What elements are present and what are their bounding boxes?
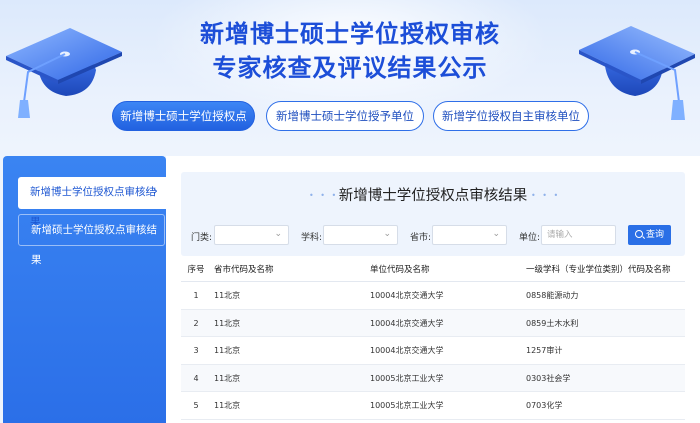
cell-no: 4 — [193, 373, 199, 383]
cell-unit: 10004北京交通大学 — [370, 318, 444, 328]
unit-label: 单位: — [519, 233, 541, 243]
search-icon — [634, 230, 643, 238]
cell-no: 1 — [193, 291, 199, 300]
table-row: 5 11北京 10005北京工业大学 0703化学 — [181, 392, 685, 420]
cell-subject: 0858能源动力 — [526, 291, 579, 300]
panel-title: 新增博士学位授权点审核结果 — [338, 188, 528, 204]
page-title: 新增博士硕士学位授权审核 — [200, 20, 500, 48]
results-table: 序号 省市代码及名称 单位代码及名称 一级学科（专业学位类别）代码及名称 1 1… — [181, 259, 685, 420]
chevron-down-icon: ⌄ — [383, 229, 391, 239]
table-header: 序号 省市代码及名称 单位代码及名称 一级学科（专业学位类别）代码及名称 — [181, 259, 685, 282]
cell-no: 5 — [193, 401, 199, 410]
cell-subject: 0859土木水利 — [526, 318, 579, 328]
table-row: 2 11北京 10004北京交通大学 0859土木水利 — [181, 309, 685, 337]
filter-panel: • • • 新增博士学位授权点审核结果 • • • 门类: ⌄ 学科: ⌄ 省市… — [181, 172, 685, 256]
header-subject: 一级学科（专业学位类别）代码及名称 — [526, 265, 671, 275]
main-panel: • • • 新增博士学位授权点审核结果 • • • 门类: ⌄ 学科: ⌄ 省市… — [166, 156, 700, 423]
table-row: 3 11北京 10004北京交通大学 1257审计 — [181, 337, 685, 365]
sidebar-item-label: 新增硕士学位授权点审核结果 — [31, 224, 157, 266]
search-button-label: 查询 — [645, 230, 664, 240]
chevron-right-icon: › — [152, 184, 158, 199]
province-select[interactable]: ⌄ — [432, 225, 507, 245]
sidebar-item-doctor-results[interactable]: 新增博士学位授权点审核结果 › — [18, 177, 166, 228]
page-subtitle: 专家核查及评议结果公示 — [212, 54, 488, 82]
cell-subject: 0303社会学 — [526, 373, 571, 383]
header-banner: 新增博士硕士学位授权审核 专家核查及评议结果公示 新增博士硕士学位授权点 新增博… — [0, 0, 700, 150]
cell-province: 11北京 — [214, 401, 241, 410]
subject-select[interactable]: ⌄ — [323, 225, 398, 245]
cell-no: 2 — [193, 318, 199, 328]
cell-province: 11北京 — [214, 346, 241, 355]
cell-subject: 0703化学 — [526, 401, 563, 410]
tab-bar: 新增博士硕士学位授权点 新增博士硕士学位授予单位 新增学位授权自主审核单位 — [0, 101, 700, 131]
sidebar: 新增博士学位授权点审核结果 › 新增硕士学位授权点审核结果 — [3, 156, 166, 423]
cell-subject: 1257审计 — [526, 346, 563, 355]
chevron-down-icon: ⌄ — [274, 229, 282, 239]
header-unit: 单位代码及名称 — [370, 265, 430, 275]
cell-province: 11北京 — [214, 318, 241, 328]
province-label: 省市: — [410, 233, 432, 243]
cell-no: 3 — [193, 346, 199, 355]
chevron-down-icon: ⌄ — [492, 229, 500, 239]
table-row: 4 11北京 10005北京工业大学 0303社会学 — [181, 364, 685, 392]
cell-unit: 10005北京工业大学 — [370, 401, 444, 410]
cell-unit: 10005北京工业大学 — [370, 373, 444, 383]
table-row: 1 11北京 10004北京交通大学 0858能源动力 — [181, 282, 685, 310]
cell-unit: 10004北京交通大学 — [370, 346, 444, 355]
cell-province: 11北京 — [214, 291, 241, 300]
sidebar-item-master-results[interactable]: 新增硕士学位授权点审核结果 — [18, 214, 165, 266]
header-province: 省市代码及名称 — [214, 265, 274, 275]
tab-doctor-master-authorization-points[interactable]: 新增博士硕士学位授权点 — [112, 101, 255, 131]
header-no: 序号 — [187, 265, 205, 275]
decorative-dots: • • • — [531, 191, 561, 200]
cell-province: 11北京 — [214, 373, 241, 383]
category-select[interactable]: ⌄ — [214, 225, 289, 245]
cell-unit: 10004北京交通大学 — [370, 291, 444, 300]
subject-label: 学科: — [301, 233, 323, 243]
search-button[interactable]: 查询 — [628, 225, 671, 245]
unit-input[interactable]: 请输入 — [541, 225, 616, 245]
tab-self-review-units[interactable]: 新增学位授权自主审核单位 — [433, 101, 589, 131]
tab-degree-granting-units[interactable]: 新增博士硕士学位授予单位 — [266, 101, 424, 131]
category-label: 门类: — [191, 233, 213, 243]
